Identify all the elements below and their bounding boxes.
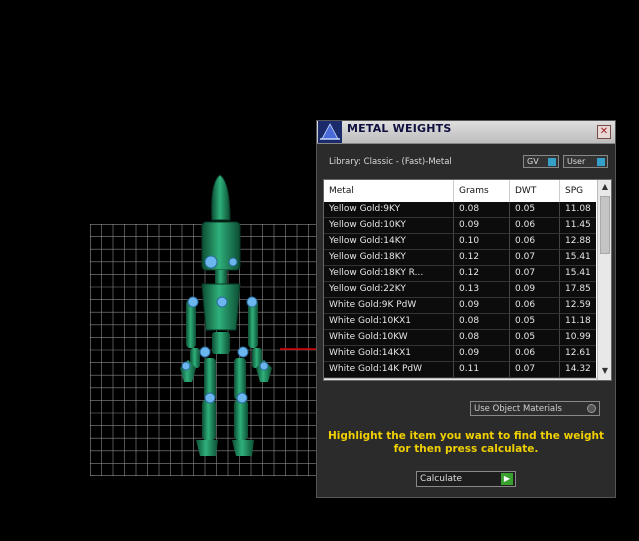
column-header-dwt[interactable]: DWT <box>510 180 560 202</box>
table-row[interactable]: White Gold:9K PdW 0.09 0.06 12.59 <box>324 298 596 314</box>
gv-toggle-indicator <box>548 158 556 166</box>
table-header: Metal Grams DWT SPG <box>324 180 596 202</box>
column-header-spg[interactable]: SPG <box>560 180 596 202</box>
robot-model[interactable] <box>160 170 290 460</box>
metal-weights-panel: METAL WEIGHTS ✕ Library: Classic - (Fast… <box>316 120 616 498</box>
spg-cell: 10.99 <box>565 332 591 342</box>
spg-cell: 14.32 <box>565 364 591 374</box>
grams-cell: 0.12 <box>454 266 510 281</box>
dwt-cell: 0.09 <box>510 282 560 297</box>
column-header-grams[interactable]: Grams <box>454 180 510 202</box>
table-row[interactable]: White Gold:14K PdW 0.11 0.07 14.32 <box>324 362 596 378</box>
table-row[interactable]: Yellow Gold:9KY 0.08 0.05 11.08 <box>324 202 596 218</box>
table-row[interactable]: Yellow Gold:10KY 0.09 0.06 11.45 <box>324 218 596 234</box>
spg-cell: 11.18 <box>565 316 591 326</box>
grams-cell: 0.08 <box>454 330 510 345</box>
table-row[interactable]: Yellow Gold:18KY R... 0.12 0.07 15.41 <box>324 266 596 282</box>
spg-cell: 11.45 <box>565 220 591 230</box>
scroll-down-arrow-icon[interactable]: ▼ <box>598 364 611 378</box>
title-bar[interactable]: METAL WEIGHTS ✕ <box>317 121 615 144</box>
dwt-cell: 0.06 <box>510 234 560 249</box>
user-toggle-indicator <box>597 158 605 166</box>
scroll-left-arrow-icon[interactable]: ◀ <box>324 379 336 380</box>
table-row[interactable]: White Gold:14KX1 0.09 0.06 12.61 <box>324 346 596 362</box>
instructions-text: Highlight the item you want to find the … <box>328 430 604 455</box>
grams-cell: 0.11 <box>454 362 510 377</box>
metal-cell: Yellow Gold:9KY <box>324 202 454 217</box>
metal-cell: White Gold:9K PdW <box>324 298 454 313</box>
wizard-hat-icon <box>318 121 342 143</box>
dwt-cell: 0.05 <box>510 330 560 345</box>
user-toggle[interactable]: User <box>563 155 608 168</box>
use-object-materials-option[interactable]: Use Object Materials <box>470 401 600 416</box>
metal-cell: Yellow Gold:14KY <box>324 234 454 249</box>
dwt-cell: 0.06 <box>510 298 560 313</box>
table-row[interactable]: White Gold:10KW 0.08 0.05 10.99 <box>324 330 596 346</box>
metal-table[interactable]: Metal Grams DWT SPG Yellow Gold:9KY 0.08 0… <box>323 179 612 381</box>
spg-cell: 12.61 <box>565 348 591 358</box>
calculate-label: Calculate <box>420 474 463 484</box>
dwt-cell: 0.07 <box>510 250 560 265</box>
close-icon: ✕ <box>599 126 609 137</box>
metal-cell: White Gold:14K PdW <box>324 362 454 377</box>
table-body: Yellow Gold:9KY 0.08 0.05 11.08 Yellow Gold… <box>324 202 596 378</box>
dwt-cell: 0.05 <box>510 314 560 329</box>
dwt-cell: 0.07 <box>510 266 560 281</box>
vertical-scrollbar[interactable]: ▲ ▼ <box>597 180 611 380</box>
metal-cell: White Gold:14KX1 <box>324 346 454 361</box>
user-toggle-label: User <box>567 157 586 166</box>
library-label: Library: Classic - (Fast)-Metal <box>329 157 452 167</box>
spg-cell: 15.41 <box>565 268 591 278</box>
column-header-metal[interactable]: Metal <box>324 180 454 202</box>
spg-cell: 17.85 <box>565 284 591 294</box>
grams-cell: 0.12 <box>454 250 510 265</box>
grams-cell: 0.08 <box>454 202 510 217</box>
metal-cell: Yellow Gold:22KY <box>324 282 454 297</box>
grams-cell: 0.10 <box>454 234 510 249</box>
gv-toggle-label: GV <box>527 157 539 166</box>
metal-cell: White Gold:10KX1 <box>324 314 454 329</box>
metal-cell: Yellow Gold:18KY <box>324 250 454 265</box>
table-row[interactable]: Yellow Gold:14KY 0.10 0.06 12.88 <box>324 234 596 250</box>
use-object-materials-label: Use Object Materials <box>474 404 562 414</box>
spg-cell: 11.08 <box>565 204 591 214</box>
panel-title: METAL WEIGHTS <box>347 122 452 135</box>
play-arrow-icon: ▶ <box>501 473 513 485</box>
spg-cell: 12.59 <box>565 300 591 310</box>
spg-cell: 15.41 <box>565 252 591 262</box>
scroll-right-arrow-icon[interactable]: ▶ <box>584 379 596 380</box>
grams-cell: 0.09 <box>454 218 510 233</box>
dwt-cell: 0.07 <box>510 362 560 377</box>
table-row[interactable]: Yellow Gold:22KY 0.13 0.09 17.85 <box>324 282 596 298</box>
radio-icon[interactable] <box>587 404 596 413</box>
scroll-up-arrow-icon[interactable]: ▲ <box>598 180 611 194</box>
grams-cell: 0.09 <box>454 298 510 313</box>
table-row[interactable]: White Gold:10KX1 0.08 0.05 11.18 <box>324 314 596 330</box>
gv-toggle[interactable]: GV <box>523 155 559 168</box>
horizontal-scrollbar[interactable]: ◀ ▶ <box>324 378 597 380</box>
dwt-cell: 0.06 <box>510 346 560 361</box>
metal-cell: White Gold:10KW <box>324 330 454 345</box>
calculate-button[interactable]: Calculate ▶ <box>416 471 516 487</box>
dwt-cell: 0.06 <box>510 218 560 233</box>
metal-cell: Yellow Gold:10KY <box>324 218 454 233</box>
spg-cell: 12.88 <box>565 236 591 246</box>
grams-cell: 0.13 <box>454 282 510 297</box>
vertical-scroll-thumb[interactable] <box>600 196 610 254</box>
grams-cell: 0.09 <box>454 346 510 361</box>
grams-cell: 0.08 <box>454 314 510 329</box>
table-row[interactable]: Yellow Gold:18KY 0.12 0.07 15.41 <box>324 250 596 266</box>
dwt-cell: 0.05 <box>510 202 560 217</box>
metal-cell: Yellow Gold:18KY R... <box>324 266 454 281</box>
close-button[interactable]: ✕ <box>597 125 611 139</box>
